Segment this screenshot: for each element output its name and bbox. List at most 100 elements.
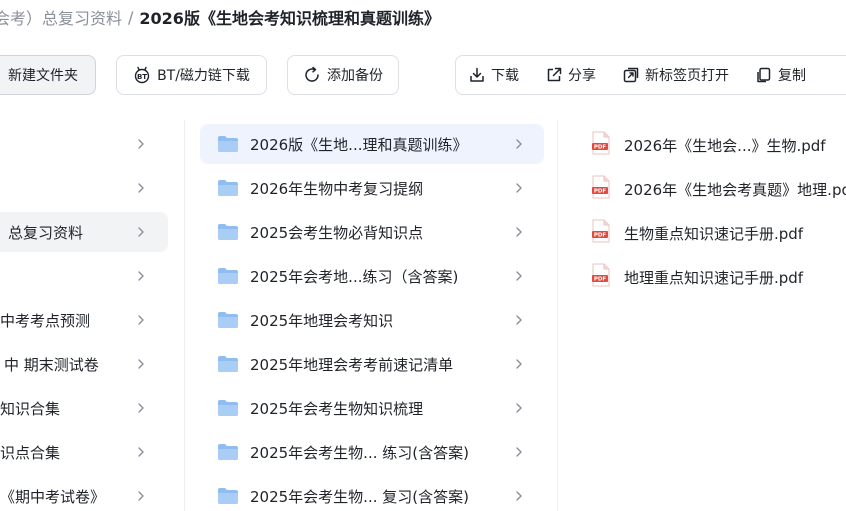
bt-download-button-label: BT/磁力链下载 — [157, 68, 250, 84]
folder-icon — [217, 355, 239, 377]
list-item[interactable]: 中考考点预测 — [0, 300, 168, 340]
folder-row[interactable]: 2025年会考生物知识梳理 — [200, 388, 544, 428]
svg-text:PDF: PDF — [594, 277, 607, 283]
share-button[interactable]: 分享 — [545, 65, 596, 85]
file-column: PDF 2026年《生地会...》生物.pdf PDF 2026年《生地会考真题… — [559, 120, 846, 511]
folder-name: 2025年会考生物... 练习(含答案) — [250, 444, 469, 462]
folder-column-1: 总复习资料 中考考点预测 中 期末测试卷 知识合集 识点合集 《期中考试卷》 — [0, 120, 176, 511]
list-item-selected[interactable]: 总复习资料 — [0, 212, 168, 252]
chevron-right-icon — [512, 223, 526, 245]
file-row[interactable]: PDF 2026年《生地会...》生物.pdf — [591, 125, 826, 165]
chevron-right-icon — [512, 487, 526, 509]
svg-text:PDF: PDF — [594, 189, 607, 195]
list-item[interactable]: 《期中考试卷》 — [0, 476, 168, 511]
file-name: 2026年《生地会...》生物.pdf — [624, 136, 826, 155]
svg-text:PDF: PDF — [594, 233, 607, 239]
folder-name: 2025年会考生物... 复习(含答案) — [250, 488, 469, 506]
pdf-file-icon: PDF — [591, 263, 611, 291]
breadcrumb-current: 2026版《生地会考知识梳理和真题训练》 — [139, 9, 440, 28]
chevron-right-icon — [134, 443, 148, 465]
svg-text:BT: BT — [137, 73, 147, 81]
svg-text:PDF: PDF — [594, 145, 607, 151]
folder-icon — [217, 267, 239, 289]
chevron-right-icon — [512, 443, 526, 465]
folder-icon — [217, 487, 239, 509]
add-backup-button[interactable]: 添加备份 — [287, 55, 399, 95]
chevron-right-icon — [134, 355, 148, 377]
copy-icon — [755, 66, 773, 84]
chevron-right-icon — [134, 311, 148, 333]
folder-name: 2025年会考地...练习（含答案) — [250, 268, 459, 286]
share-button-label: 分享 — [568, 68, 596, 84]
backup-icon — [303, 66, 321, 84]
list-item[interactable] — [0, 124, 168, 164]
chevron-right-icon — [512, 311, 526, 333]
folder-name: 2025年地理会考考前速记清单 — [250, 356, 454, 374]
chevron-right-icon — [512, 267, 526, 289]
open-new-tab-icon — [622, 66, 640, 84]
folder-name: 2025会考生物必背知识点 — [250, 224, 424, 242]
folder-row[interactable]: 2025年会考生物... 复习(含答案) — [200, 476, 544, 511]
list-item[interactable] — [0, 168, 168, 208]
file-name: 2026年《生地会考真题》地理.pdf — [624, 180, 846, 199]
list-item[interactable]: 知识合集 — [0, 388, 168, 428]
folder-row[interactable]: 2025年地理会考知识 — [200, 300, 544, 340]
folder-name: 2026年生物中考复习提纲 — [250, 180, 424, 198]
copy-button[interactable]: 复制 — [755, 65, 806, 85]
share-icon — [545, 66, 563, 84]
open-new-tab-button-label: 新标签页打开 — [645, 68, 729, 84]
copy-button-label: 复制 — [778, 68, 806, 84]
chevron-right-icon — [512, 135, 526, 157]
new-folder-button[interactable]: 新建文件夹 — [0, 55, 96, 95]
download-icon — [468, 66, 486, 84]
breadcrumb-separator: / — [128, 7, 134, 27]
toolbar: 新建文件夹 BT BT/磁力链下载 添加备份 下载 分享 新标签页打开 复制 — [0, 55, 846, 95]
file-name: 生物重点知识速记手册.pdf — [624, 224, 804, 243]
chevron-right-icon — [512, 355, 526, 377]
list-item[interactable] — [0, 256, 168, 296]
new-folder-button-label: 新建文件夹 — [8, 68, 78, 84]
folder-name: 2025年地理会考知识 — [250, 312, 394, 330]
folder-icon — [217, 179, 239, 201]
chevron-right-icon — [134, 223, 148, 245]
download-button[interactable]: 下载 — [468, 65, 519, 85]
folder-column-2: 2026版《生地...理和真题训练》 2026年生物中考复习提纲 2025会考生… — [184, 120, 558, 511]
file-row[interactable]: PDF 生物重点知识速记手册.pdf — [591, 213, 803, 253]
folder-icon — [217, 223, 239, 245]
pdf-file-icon: PDF — [591, 175, 611, 203]
folder-row[interactable]: 2025年会考地...练习（含答案) — [200, 256, 544, 296]
folder-icon — [217, 311, 239, 333]
folder-row-selected[interactable]: 2026版《生地...理和真题训练》 — [200, 124, 544, 164]
chevron-right-icon — [512, 399, 526, 421]
bt-download-button[interactable]: BT BT/磁力链下载 — [116, 55, 267, 95]
chevron-right-icon — [134, 399, 148, 421]
folder-row[interactable]: 2025年地理会考考前速记清单 — [200, 344, 544, 384]
folder-icon — [217, 135, 239, 157]
bt-magnet-icon: BT — [133, 66, 151, 84]
folder-row[interactable]: 2026年生物中考复习提纲 — [200, 168, 544, 208]
folder-name: 2026版《生地...理和真题训练》 — [250, 136, 468, 154]
chevron-right-icon — [512, 179, 526, 201]
file-name: 地理重点知识速记手册.pdf — [624, 268, 804, 287]
folder-row[interactable]: 2025会考生物必背知识点 — [200, 212, 544, 252]
list-item[interactable]: 识点合集 — [0, 432, 168, 472]
folder-row[interactable]: 2025年会考生物... 练习(含答案) — [200, 432, 544, 472]
breadcrumb-parent[interactable]: 会考）总复习资料 — [0, 5, 122, 29]
pdf-file-icon: PDF — [591, 219, 611, 247]
folder-name: 2025年会考生物知识梳理 — [250, 400, 424, 418]
file-row[interactable]: PDF 地理重点知识速记手册.pdf — [591, 257, 803, 297]
folder-icon — [217, 443, 239, 465]
file-row[interactable]: PDF 2026年《生地会考真题》地理.pdf — [591, 169, 846, 209]
chevron-right-icon — [134, 487, 148, 509]
pdf-file-icon: PDF — [591, 131, 611, 159]
file-actions-group: 下载 分享 新标签页打开 复制 — [455, 55, 846, 95]
chevron-right-icon — [134, 179, 148, 201]
breadcrumb: 会考）总复习资料 / 2026版《生地会考知识梳理和真题训练》 — [0, 4, 440, 30]
folder-icon — [217, 399, 239, 421]
chevron-right-icon — [134, 267, 148, 289]
download-button-label: 下载 — [491, 68, 519, 84]
open-new-tab-button[interactable]: 新标签页打开 — [622, 65, 729, 85]
add-backup-button-label: 添加备份 — [327, 68, 383, 84]
list-item[interactable]: 中 期末测试卷 — [0, 344, 168, 384]
chevron-right-icon — [134, 135, 148, 157]
